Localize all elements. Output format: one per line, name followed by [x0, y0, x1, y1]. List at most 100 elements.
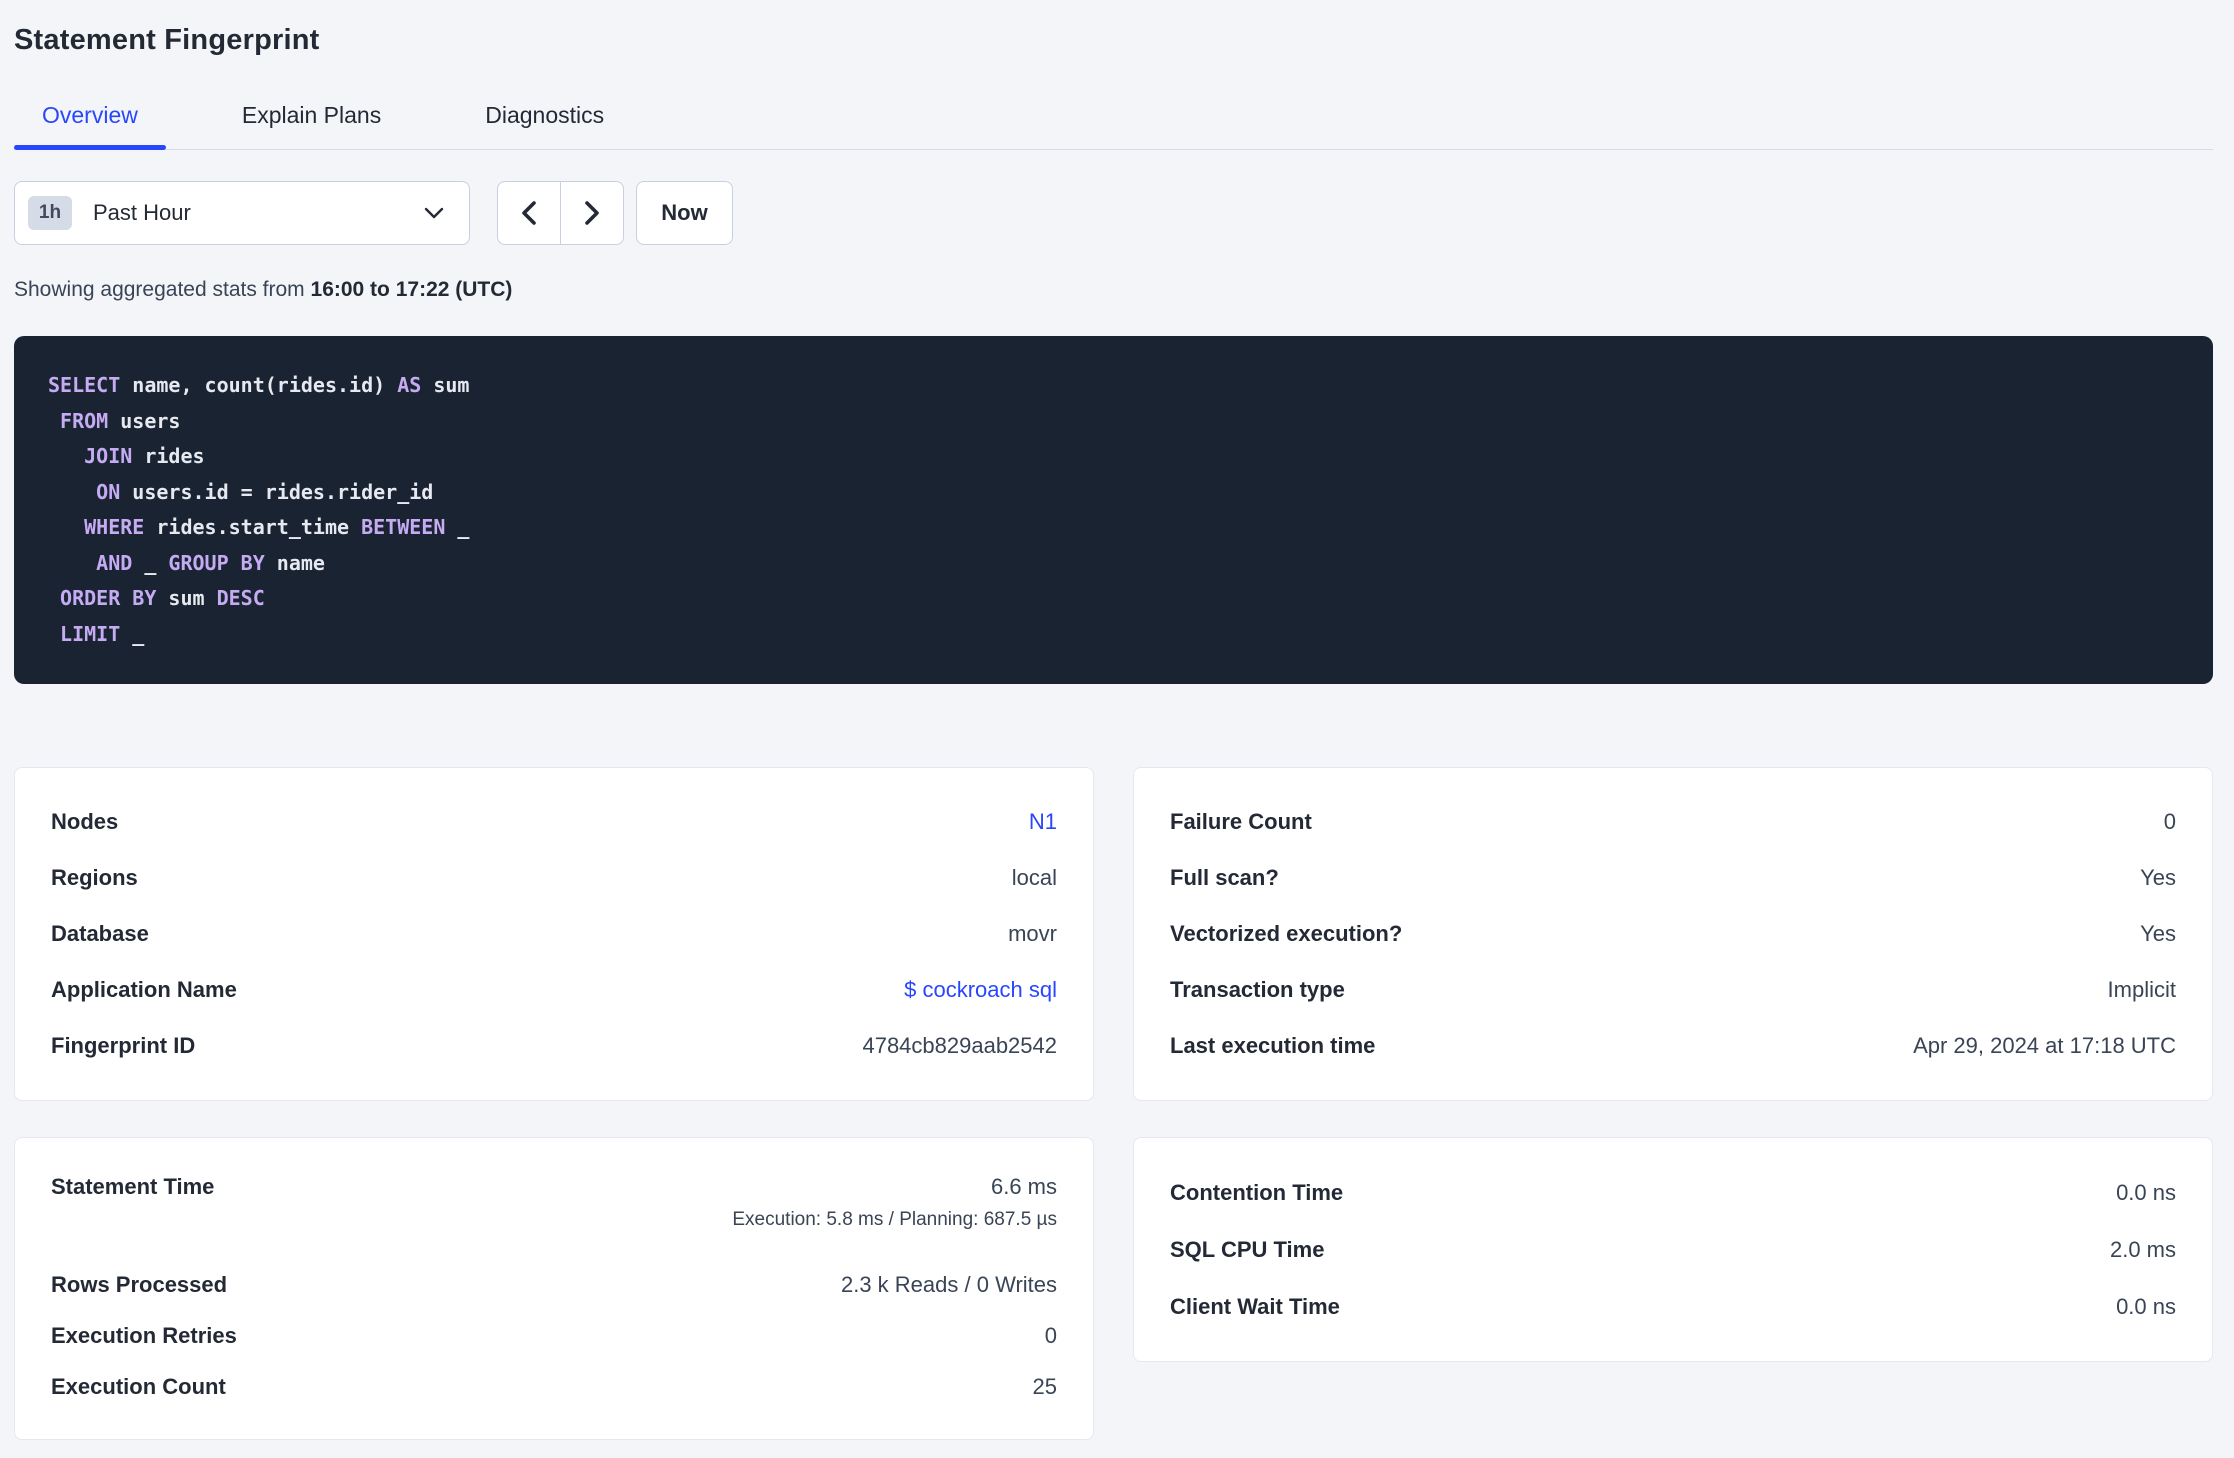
sql-statement: SELECT name, count(rides.id) AS sum FROM…	[14, 336, 2213, 684]
card-row: Statement Time 6.6 ms Execution: 5.8 ms / …	[51, 1164, 1057, 1259]
row-label: Contention Time	[1170, 1179, 1344, 1205]
time-range-select[interactable]: 1h Past Hour	[14, 181, 470, 245]
sql-line: LIMIT _	[60, 621, 145, 646]
card-row: Contention Time 0.0 ns	[1170, 1164, 2176, 1221]
card-row: Failure Count 0	[1170, 794, 2176, 850]
row-value: 0.0 ns	[2116, 1179, 2176, 1205]
row-label: Execution Retries	[51, 1322, 237, 1348]
chevron-down-icon	[423, 206, 445, 220]
row-label: Statement Time	[51, 1174, 215, 1199]
info-card-right: Failure Count 0 Full scan? Yes Vectorized ex…	[1133, 767, 2213, 1101]
row-value-wrap: movr	[1008, 921, 1057, 947]
row-label: Last execution time	[1170, 1033, 1376, 1058]
row-value: 2.3 k Reads / 0 Writes	[840, 1271, 1057, 1297]
tab-diagnostics[interactable]: Diagnostics	[457, 102, 632, 149]
time-range-label: Past Hour	[93, 200, 191, 225]
row-label: Vectorized execution?	[1170, 921, 1403, 946]
row-value-wrap: Apr 29, 2024 at 17:18 UTC	[1913, 1033, 2176, 1059]
row-value: Implicit	[2107, 977, 2176, 1002]
time-pager	[497, 181, 624, 245]
tab-explain-plans[interactable]: Explain Plans	[214, 102, 409, 149]
sql-line: AND _ GROUP BY name	[96, 550, 325, 575]
row-label: Nodes	[51, 809, 119, 834]
time-controls: 1h Past Hour Now	[14, 181, 2213, 245]
card-row: Execution Retries 0	[51, 1310, 1057, 1361]
statement-fingerprint-page: Statement Fingerprint Overview Explain P…	[0, 0, 2234, 1440]
row-value: 25	[1032, 1374, 1057, 1400]
row-value: movr	[1008, 921, 1057, 946]
sql-line: SELECT name, count(rides.id) AS sum	[48, 373, 470, 397]
sql-line: WHERE rides.start_time BETWEEN _	[84, 515, 470, 539]
row-label: Database	[51, 921, 149, 946]
card-row: Client Wait Time 0.0 ns	[1170, 1278, 2176, 1335]
row-value-link[interactable]: N1	[1029, 809, 1057, 835]
row-value-wrap: 6.6 ms Execution: 5.8 ms / Planning: 687.…	[732, 1174, 1057, 1231]
row-value-wrap: Yes	[2140, 921, 2176, 947]
row-value: 4784cb829aab2542	[862, 1033, 1057, 1058]
row-subvalue: Execution: 5.8 ms / Planning: 687.5 µs	[732, 1209, 1057, 1230]
row-value-wrap: 2.0 ms	[2110, 1237, 2176, 1263]
row-value: 6.6 ms	[990, 1174, 1057, 1199]
row-value: Apr 29, 2024 at 17:18 UTC	[1913, 1033, 2176, 1058]
stats-caption-prefix: Showing aggregated stats from	[14, 278, 311, 301]
row-value-wrap: 0.0 ns	[2116, 1294, 2176, 1320]
sql-line: ORDER BY sum DESC	[60, 586, 265, 610]
row-label: Application Name	[51, 977, 237, 1002]
row-value-wrap: 0	[2164, 809, 2176, 835]
row-value: 2.0 ms	[2109, 1236, 2176, 1262]
row-value-wrap: 0	[1045, 1323, 1057, 1349]
row-value-wrap: 4784cb829aab2542	[862, 1033, 1057, 1059]
sql-line: FROM users	[60, 408, 181, 433]
stats-caption-range: 16:00 to 17:22 (UTC)	[310, 278, 513, 301]
row-value-wrap: 2.3 k Reads / 0 Writes	[841, 1272, 1057, 1298]
info-card-left: Nodes N1 Regions local Database movr Applicati…	[14, 767, 1094, 1101]
row-label: Rows Processed	[51, 1271, 228, 1297]
row-value-wrap: $ cockroach sql	[904, 977, 1057, 1003]
row-label: Fingerprint ID	[51, 1033, 196, 1058]
card-row: Last execution time Apr 29, 2024 at 17:18…	[1170, 1018, 2176, 1074]
prev-time-button[interactable]	[498, 182, 561, 244]
card-row: Database movr	[51, 906, 1057, 962]
card-row: Vectorized execution? Yes	[1170, 906, 2176, 962]
card-row: Full scan? Yes	[1170, 850, 2176, 906]
card-row: SQL CPU Time 2.0 ms	[1170, 1221, 2176, 1278]
tab-bar: Overview Explain Plans Diagnostics	[14, 102, 2213, 150]
info-cards-row: Nodes N1 Regions local Database movr Applicati…	[14, 767, 2213, 1101]
next-time-button[interactable]	[561, 182, 623, 244]
card-row: Application Name $ cockroach sql	[51, 962, 1057, 1018]
stats-caption: Showing aggregated stats from 16:00 to 1…	[14, 278, 2213, 302]
row-value-wrap: local	[1012, 865, 1057, 891]
card-row: Transaction type Implicit	[1170, 962, 2176, 1018]
row-value-link[interactable]: $ cockroach sql	[904, 977, 1057, 1003]
row-label: Regions	[51, 865, 138, 890]
row-value-wrap: 0.0 ns	[2116, 1180, 2176, 1206]
row-label: Failure Count	[1170, 809, 1312, 834]
row-value: 0	[1044, 1322, 1057, 1348]
row-label: Transaction type	[1170, 977, 1345, 1002]
row-label: Client Wait Time	[1170, 1293, 1340, 1319]
page-title: Statement Fingerprint	[14, 24, 320, 56]
row-value-wrap: 25	[1033, 1374, 1057, 1400]
timing-card-right: Contention Time 0.0 ns SQL CPU Time 2.0 ms C…	[1133, 1137, 2213, 1362]
card-row: Nodes N1	[51, 794, 1057, 850]
row-value: 0.0 ns	[2116, 1293, 2176, 1319]
timing-card-left: Statement Time 6.6 ms Execution: 5.8 ms / …	[14, 1137, 1094, 1440]
row-value: 0	[2163, 809, 2176, 834]
row-label: Execution Count	[51, 1374, 226, 1400]
card-row: Rows Processed 2.3 k Reads / 0 Writes	[51, 1259, 1057, 1310]
row-value: Yes	[2140, 921, 2176, 946]
chevron-right-icon	[583, 200, 601, 226]
row-value-wrap: Implicit	[2108, 977, 2176, 1003]
tab-overview[interactable]: Overview	[14, 102, 166, 150]
row-label: Full scan?	[1170, 865, 1279, 890]
performance-cards-row: Statement Time 6.6 ms Execution: 5.8 ms / …	[14, 1137, 2213, 1440]
sql-line: JOIN rides	[84, 444, 205, 468]
card-row: Fingerprint ID 4784cb829aab2542	[51, 1018, 1057, 1074]
row-value-wrap: Yes	[2140, 865, 2176, 891]
card-row: Execution Count 25	[51, 1362, 1057, 1413]
now-button[interactable]: Now	[636, 181, 733, 245]
row-label: SQL CPU Time	[1170, 1236, 1325, 1262]
row-value: local	[1011, 865, 1057, 890]
row-value: Yes	[2140, 865, 2176, 890]
card-row: Regions local	[51, 850, 1057, 906]
